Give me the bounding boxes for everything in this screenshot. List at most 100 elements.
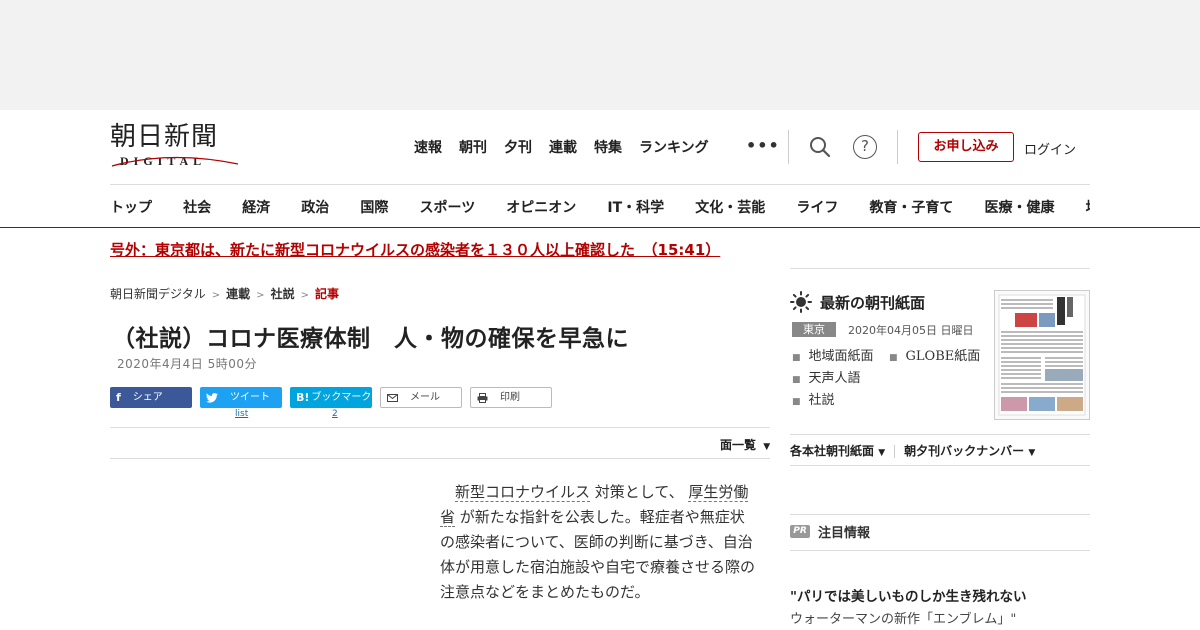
keyword-link-coronavirus[interactable]: 新型コロナウイルス [455, 483, 591, 502]
asahi-digital-logo[interactable]: 朝日新聞 DIGITAL [110, 122, 245, 172]
category-health[interactable]: 医療・健康 [985, 197, 1055, 217]
body-text-segment: 対策として、 [590, 483, 689, 501]
breadcrumb-separator: > [300, 290, 309, 301]
twitter-count-link[interactable]: list [235, 409, 248, 419]
dropdown-label: 朝夕刊バックナンバー [904, 444, 1025, 458]
nav-series[interactable]: 連載 [549, 137, 577, 157]
divider [790, 550, 1090, 551]
print-button[interactable]: 印刷 [470, 387, 552, 408]
pr-heading: 注目情報 [818, 526, 871, 541]
divider [790, 514, 1090, 515]
divider [110, 427, 770, 428]
divider [790, 434, 1090, 435]
logo-main-text: 朝日新聞 [110, 122, 219, 152]
paper-link-label: 地域面紙面 [808, 349, 874, 364]
category-sports[interactable]: スポーツ [419, 197, 475, 217]
nav-breaking-news[interactable]: 速報 [414, 137, 442, 157]
category-economy[interactable]: 経済 [242, 197, 270, 217]
pr-badge: PR [790, 525, 810, 538]
mail-share-label: メール [410, 392, 440, 403]
mail-share-button[interactable]: メール [380, 387, 462, 408]
nav-ranking[interactable]: ランキング [639, 137, 709, 157]
facebook-icon: f [116, 391, 121, 404]
divider [110, 458, 770, 459]
category-opinion[interactable]: オピニオン [506, 197, 576, 217]
pr-article-title-link[interactable]: "パリでは美しいものしか生き残れない [790, 585, 1027, 605]
category-society[interactable]: 社会 [183, 197, 211, 217]
login-link[interactable]: ログイン [1024, 139, 1076, 158]
pr-article-subtitle[interactable]: ウォーターマンの新作「エンブレム」" [790, 608, 1016, 627]
subscribe-button[interactable]: お申し込み [918, 132, 1014, 162]
divider [0, 227, 1200, 228]
body-text-segment: が新たな指針を公表した。軽症者や無症状の感染者について、医師の判断に基づき、自治… [440, 508, 756, 601]
bullet-icon: ■ [792, 375, 801, 385]
paper-link-editorial[interactable]: ■ 社説 [792, 390, 874, 412]
pr-section-header: PR 注目情報 [790, 522, 870, 541]
twitter-tweet-button[interactable]: ツイート [200, 387, 282, 408]
paper-links-list: ■ 地域面紙面 ■ 天声人語 ■ 社説 [792, 346, 874, 412]
page-list-label: 面一覧 [720, 438, 757, 452]
facebook-share-button[interactable]: f シェア [110, 387, 192, 408]
category-international[interactable]: 国際 [360, 197, 388, 217]
article-body: 新型コロナウイルス 対策として、 厚生労働省 が新たな指針を公表した。軽症者や無… [440, 480, 755, 605]
nav-features[interactable]: 特集 [594, 137, 622, 157]
paper-link-regional[interactable]: ■ 地域面紙面 [792, 346, 874, 368]
breadcrumb: 朝日新聞デジタル > 連載 > 社説 > 記事 [110, 285, 339, 302]
dropdown-label: 各本社朝刊紙面 [790, 444, 875, 458]
divider [110, 184, 1090, 185]
newspaper-thumbnail[interactable] [994, 290, 1090, 420]
latest-paper-header[interactable]: 最新の朝刊紙面 [790, 291, 925, 313]
category-culture[interactable]: 文化・芸能 [695, 197, 765, 217]
nav-evening-edition[interactable]: 夕刊 [504, 137, 532, 157]
advertisement-banner [0, 0, 1200, 110]
category-education[interactable]: 教育・子育て [869, 197, 953, 217]
print-label: 印刷 [500, 392, 520, 403]
hatena-count-link[interactable]: 2 [332, 409, 338, 419]
paper-link-label: 社説 [808, 393, 835, 408]
hatena-bookmark-icon: B! [296, 391, 310, 404]
breaking-news-link[interactable]: 号外：東京都は、新たに新型コロナウイルスの感染者を１３０人以上確認した （15:… [110, 239, 720, 260]
category-life[interactable]: ライフ [796, 197, 838, 217]
dropdown-arrow-icon: ▼ [1028, 448, 1036, 458]
page-list-dropdown[interactable]: 面一覧 ▼ [720, 436, 770, 453]
help-icon[interactable]: ? [853, 135, 877, 159]
region-badge: 東京 [792, 322, 836, 337]
paper-link-globe[interactable]: ■ GLOBE紙面 [889, 346, 980, 368]
paper-link-tensei-jingo[interactable]: ■ 天声人語 [792, 368, 874, 390]
header-divider [788, 130, 789, 164]
dropdown-arrow-icon: ▼ [878, 448, 886, 458]
back-number-dropdown[interactable]: 朝夕刊バックナンバー ▼ [904, 444, 1035, 458]
search-icon[interactable] [808, 135, 832, 159]
category-region[interactable]: 地域 [1086, 197, 1090, 217]
dropdown-arrow-icon: ▼ [763, 442, 771, 452]
paper-link-label: GLOBE紙面 [905, 349, 981, 364]
hatena-bookmark-button[interactable]: B! ブックマーク [290, 387, 372, 408]
article-title: （社説）コロナ医療体制 人・物の確保を早急に [112, 326, 629, 352]
mail-icon [387, 393, 398, 402]
bullet-icon: ■ [792, 353, 801, 363]
breadcrumb-series[interactable]: 連載 [226, 287, 250, 301]
category-top[interactable]: トップ [110, 197, 152, 217]
paper-link-label: 天声人語 [808, 371, 861, 386]
paper-dropdowns: 各本社朝刊紙面 ▼ 朝夕刊バックナンバー ▼ [790, 442, 1035, 459]
breadcrumb-home[interactable]: 朝日新聞デジタル [110, 287, 206, 301]
bullet-icon: ■ [889, 353, 898, 363]
facebook-share-label: シェア [132, 392, 163, 403]
category-navigation: トップ 社会 経済 政治 国際 スポーツ オピニオン IT・科学 文化・芸能 ラ… [110, 197, 1090, 217]
breadcrumb-editorial[interactable]: 社説 [271, 287, 295, 301]
nav-morning-edition[interactable]: 朝刊 [459, 137, 487, 157]
divider [790, 268, 1090, 269]
category-it-science[interactable]: IT・科学 [607, 197, 664, 217]
regional-edition-dropdown[interactable]: 各本社朝刊紙面 ▼ [790, 444, 885, 458]
category-politics[interactable]: 政治 [301, 197, 329, 217]
more-menu-icon[interactable]: ••• [746, 136, 780, 155]
header-divider [897, 130, 898, 164]
bullet-icon: ■ [792, 397, 801, 407]
latest-paper-title: 最新の朝刊紙面 [820, 293, 926, 312]
printer-icon [477, 392, 488, 403]
twitter-icon [206, 392, 218, 403]
newspaper-page-image [998, 294, 1086, 416]
divider [790, 465, 1090, 466]
article-date: 2020年4月4日 5時00分 [117, 357, 258, 371]
breadcrumb-separator: > [256, 290, 265, 301]
